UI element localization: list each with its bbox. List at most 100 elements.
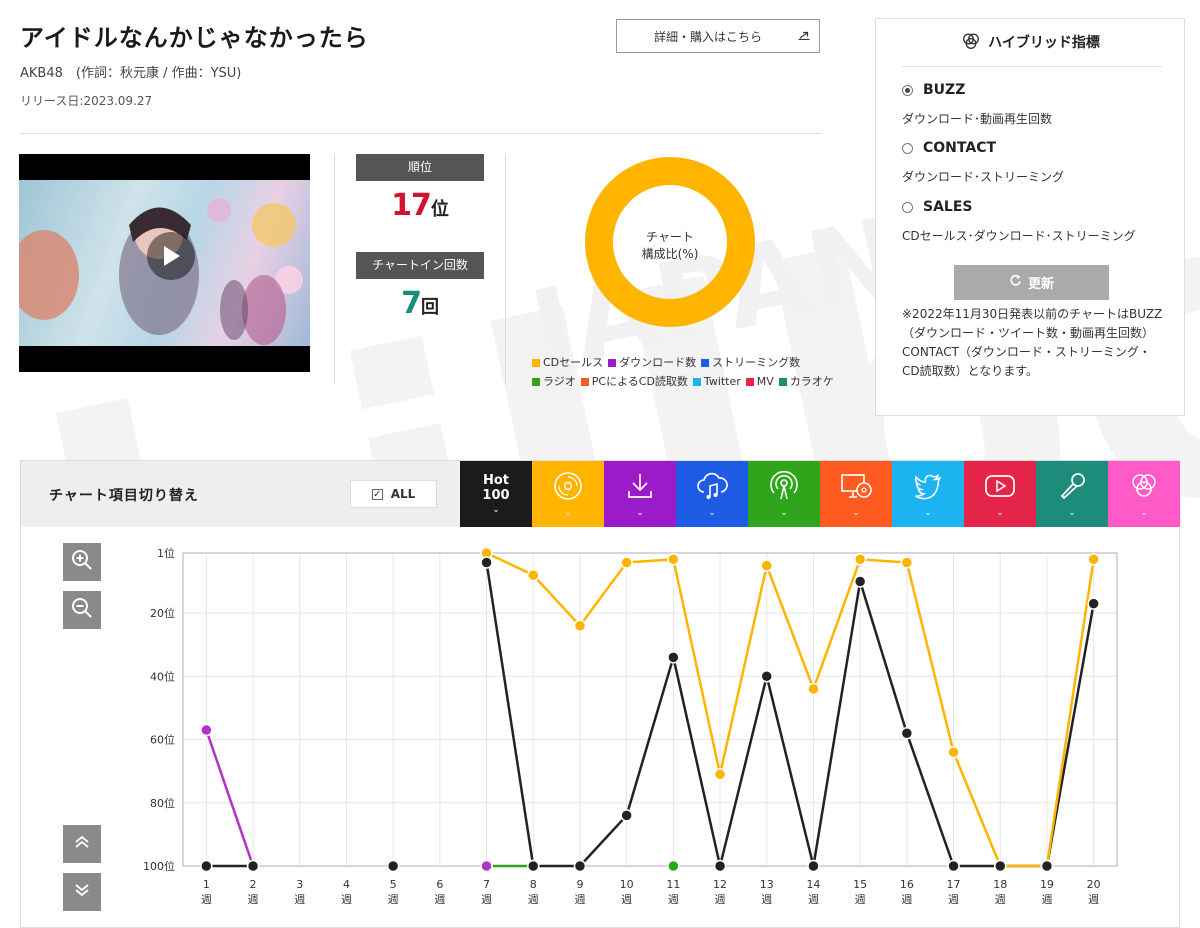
x-tick-label-unit: 週 (995, 893, 1006, 906)
x-tick-label-unit: 週 (528, 893, 539, 906)
x-tick-label-unit: 週 (901, 893, 912, 906)
y-tick-label: 20位 (150, 606, 175, 620)
chart-toolbar: チャート項目切り替え ✓ ALL Hot 100 ⌄ ⌄ ⌄ ⌄ ⌄ ⌄ ⌄ ⌄… (21, 461, 1181, 527)
legend-item: ダウンロード数 (608, 356, 696, 369)
donut-center-line2: 構成比(%) (641, 247, 699, 261)
data-point-hot100 (947, 859, 960, 873)
all-toggle-button[interactable]: ✓ ALL (350, 480, 437, 508)
x-tick-label-number: 6 (436, 878, 443, 891)
data-point-hot100 (246, 859, 260, 873)
legend-label: カラオケ (789, 375, 834, 388)
legend-swatch (608, 359, 617, 367)
youtube-icon (983, 470, 1017, 506)
x-tick-label-unit: 週 (434, 893, 445, 906)
data-point-download (200, 723, 213, 737)
x-tick-label-unit: 週 (668, 893, 679, 906)
donut-legend: CDセールス ダウンロード数 ストリーミング数 ラジオ PCによるCD読取数 Twitte… (532, 353, 852, 391)
legend-item: ラジオ (532, 375, 576, 388)
buzz-description: ダウンロード･動画再生回数 (902, 112, 1053, 126)
chartin-label: チャートイン回数 (356, 252, 484, 279)
legend-item: CDセールス (532, 356, 603, 369)
rank-value: 17 (391, 188, 432, 223)
chevron-down-icon: ⌄ (564, 508, 572, 518)
y-tick-label: 100位 (143, 859, 175, 873)
hybrid-icon (1128, 470, 1160, 506)
data-point-hot100 (527, 859, 540, 873)
radio-contact[interactable]: CONTACT (902, 140, 996, 156)
tab-pc-cd[interactable]: ⌄ (820, 461, 892, 527)
tab-radio[interactable]: ⌄ (748, 461, 820, 527)
radio-buzz-label: BUZZ (923, 82, 966, 98)
tab-hot100[interactable]: Hot 100 ⌄ (460, 461, 532, 527)
legend-swatch (580, 378, 589, 386)
x-tick-label-number: 12 (713, 878, 727, 891)
radio-sales[interactable]: SALES (902, 199, 973, 215)
x-tick-label-number: 8 (530, 878, 537, 891)
chevron-down-icon: ⌄ (1140, 508, 1148, 518)
x-tick-label-number: 17 (947, 878, 961, 891)
tab-twitter[interactable]: ⌄ (892, 461, 964, 527)
tab-hot100-bottom: 100 (482, 488, 510, 503)
legend-label: PCによるCD読取数 (591, 375, 688, 388)
chevron-down-icon: ⌄ (492, 505, 500, 515)
hybrid-header: ハイブリッド指標 (902, 32, 1160, 54)
tab-cd-sales[interactable]: ⌄ (532, 461, 604, 527)
rank-label: 順位 (356, 154, 484, 181)
x-tick-label-number: 13 (760, 878, 774, 891)
rank-display: 17位 (356, 188, 484, 223)
chevron-down-icon: ⌄ (636, 508, 644, 518)
buy-details-label: 詳細・購入はこちら (653, 29, 762, 44)
legend-label: ラジオ (543, 375, 576, 388)
tab-karaoke[interactable]: ⌄ (1036, 461, 1108, 527)
x-tick-label-number: 1 (203, 878, 210, 891)
chevron-down-icon: ⌄ (780, 508, 788, 518)
donut-center-label: チャート 構成比(%) (584, 229, 756, 263)
x-tick-label-number: 14 (806, 878, 820, 891)
hybrid-index-panel: ハイブリッド指標 BUZZ ダウンロード･動画再生回数 CONTACT ダウンロ… (875, 18, 1185, 416)
x-tick-label-number: 4 (343, 878, 350, 891)
x-tick-label-number: 10 (620, 878, 634, 891)
arrow-diagonal-icon (789, 29, 819, 43)
tab-streaming[interactable]: ⌄ (676, 461, 748, 527)
cd-icon (552, 470, 584, 506)
legend-label: ダウンロード数 (619, 356, 697, 369)
twitter-icon (912, 470, 944, 506)
tab-hybrid[interactable]: ⌄ (1108, 461, 1180, 527)
video-thumbnail[interactable] (19, 154, 310, 372)
header-divider (20, 133, 822, 134)
radio-buzz[interactable]: BUZZ (902, 82, 965, 98)
radio-sales-label: SALES (923, 199, 973, 215)
release-date: リリース日:2023.09.27 (20, 94, 153, 108)
x-tick-label-unit: 週 (855, 893, 866, 906)
y-tick-label: 80位 (150, 796, 175, 810)
play-icon[interactable] (147, 232, 195, 280)
x-tick-label-unit: 週 (1041, 893, 1052, 906)
x-tick-label-number: 19 (1040, 878, 1054, 891)
legend-swatch (701, 359, 710, 367)
legend-swatch (532, 378, 540, 386)
legend-item: MV (745, 375, 774, 388)
x-tick-label-unit: 週 (761, 893, 772, 906)
data-point-hot100 (853, 575, 867, 588)
data-point-cd (947, 745, 960, 759)
data-point-hot100 (807, 859, 820, 873)
legend-swatch (778, 378, 787, 386)
legend-item: カラオケ (778, 375, 834, 388)
buy-details-button[interactable]: 詳細・購入はこちら (616, 19, 820, 53)
x-tick-label-number: 9 (576, 878, 583, 891)
series-line-download (205, 729, 255, 867)
chevron-down-icon: ⌄ (1068, 508, 1076, 518)
tab-download[interactable]: ⌄ (604, 461, 676, 527)
data-point-cd (713, 768, 727, 781)
x-tick-label-number: 5 (390, 878, 397, 891)
data-point-cd (760, 559, 773, 572)
update-button[interactable]: 更新 (954, 265, 1109, 300)
x-tick-label-unit: 週 (341, 893, 352, 906)
rank-unit: 位 (430, 199, 449, 220)
chevron-down-icon: ⌄ (924, 508, 932, 518)
chevron-down-icon: ⌄ (708, 508, 716, 518)
x-tick-label-number: 20 (1087, 878, 1101, 891)
tab-mv[interactable]: ⌄ (964, 461, 1036, 527)
x-tick-label-unit: 週 (1088, 893, 1099, 906)
x-tick-label-unit: 週 (388, 893, 399, 906)
